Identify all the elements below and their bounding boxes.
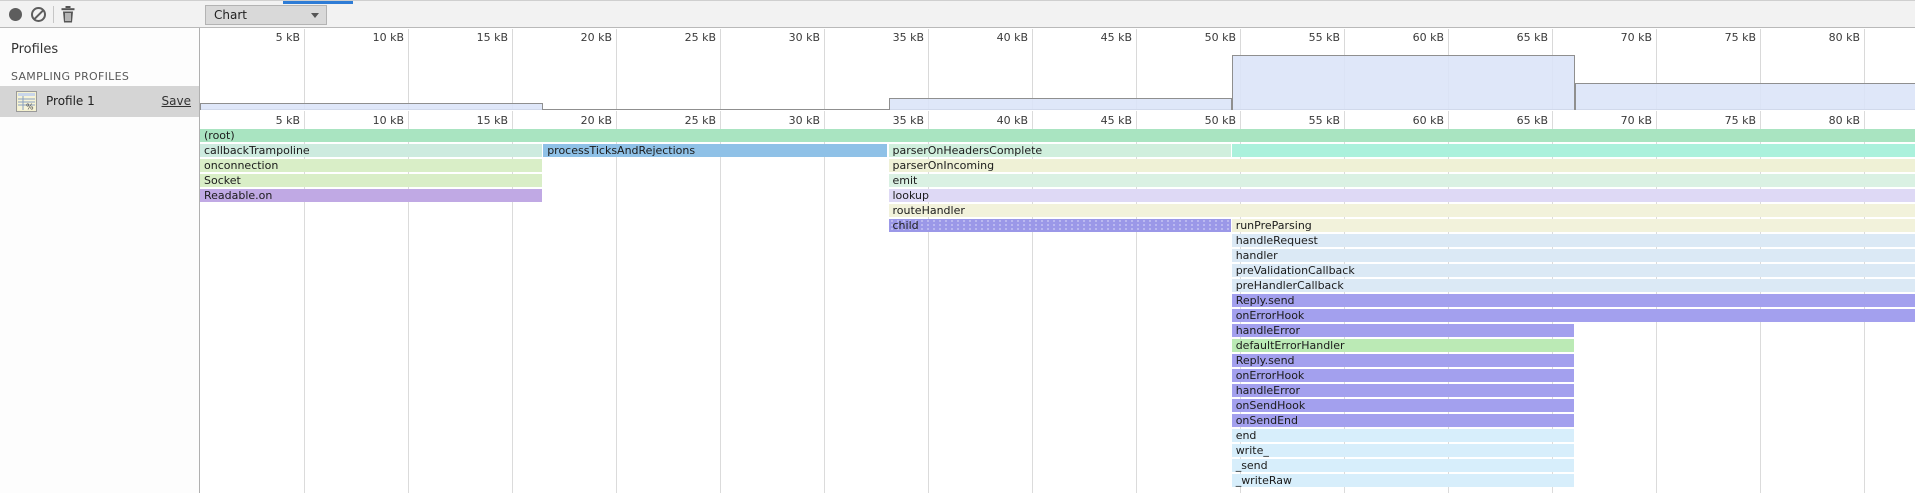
flame-block-reply-send[interactable]: Reply.send xyxy=(1232,294,1915,307)
ruler-tick-label: 60 kB xyxy=(1388,31,1444,44)
flame-block-parseronincoming[interactable]: parserOnIncoming xyxy=(889,159,1915,172)
flame-block-onsendend[interactable]: onSendEnd xyxy=(1232,414,1574,427)
flame-block-onerrorhook[interactable]: onErrorHook xyxy=(1232,369,1574,382)
ruler-tick-label: 60 kB xyxy=(1388,114,1444,127)
ruler-tick-label: 65 kB xyxy=(1492,31,1548,44)
sampling-profiles-section-label: SAMPLING PROFILES xyxy=(11,70,129,83)
ruler-tick-label: 70 kB xyxy=(1596,31,1652,44)
flame-block-handlerequest[interactable]: handleRequest xyxy=(1232,234,1915,247)
ruler-tick-label: 75 kB xyxy=(1700,31,1756,44)
ruler-tick-label: 75 kB xyxy=(1700,114,1756,127)
ruler-tick-label: 35 kB xyxy=(868,114,924,127)
flame-block-onconnection[interactable]: onconnection xyxy=(200,159,542,172)
ruler-tick-label: 65 kB xyxy=(1492,114,1548,127)
chevron-down-icon xyxy=(311,13,319,18)
flame-block-end[interactable]: end xyxy=(1232,429,1574,442)
flame-block-prehandlercallback[interactable]: preHandlerCallback xyxy=(1232,279,1915,292)
overview-segment[interactable] xyxy=(200,103,543,110)
flame-block-handleerror[interactable]: handleError xyxy=(1232,384,1574,397)
ruler-tick-label: 40 kB xyxy=(972,114,1028,127)
flame-block-lookup[interactable]: lookup xyxy=(889,189,1915,202)
ruler-tick-line xyxy=(1136,29,1137,109)
ruler-tick-line xyxy=(616,29,617,109)
flame-block-reply-send[interactable]: Reply.send xyxy=(1232,354,1574,367)
profile-name: Profile 1 xyxy=(46,94,95,108)
save-link[interactable]: Save xyxy=(162,94,191,108)
toolbar-separator xyxy=(53,6,54,23)
overview-segment[interactable] xyxy=(889,98,1232,110)
flame-block-routehandler[interactable]: routeHandler xyxy=(889,204,1915,217)
svg-text:%: % xyxy=(26,103,34,112)
record-icon[interactable] xyxy=(9,8,22,21)
ruler-tick-label: 25 kB xyxy=(660,31,716,44)
flame-block-defaulterrorhandler[interactable]: defaultErrorHandler xyxy=(1232,339,1574,352)
ruler-tick-label: 45 kB xyxy=(1076,114,1132,127)
profile-chart-icon: % xyxy=(16,91,37,112)
flame-block-child[interactable]: child xyxy=(889,219,1231,232)
profiler-window: Chart Profiles SAMPLING PROFILES % Profi… xyxy=(0,0,1915,493)
overview-segment[interactable] xyxy=(1575,83,1915,110)
ruler-tick-label: 5 kB xyxy=(244,114,300,127)
ruler-tick-line xyxy=(720,29,721,109)
ruler-tick-label: 20 kB xyxy=(556,31,612,44)
flame-block-prevalidationcallback[interactable]: preValidationCallback xyxy=(1232,264,1915,277)
flame-block-socket[interactable]: Socket xyxy=(200,174,542,187)
ruler-tick-label: 15 kB xyxy=(452,114,508,127)
top-blue-indicator xyxy=(283,1,353,4)
flame-block-parseronheaderscomplete[interactable]: parserOnHeadersComplete xyxy=(889,144,1231,157)
chart-pane: 5 kB 10 kB 15 kB 20 kB 25 kB 30 kB 35 kB 40 kB 4… xyxy=(200,28,1915,493)
ruler-tick-label: 10 kB xyxy=(348,114,404,127)
trash-icon[interactable] xyxy=(61,6,75,23)
ruler-tick-line xyxy=(304,29,305,109)
flame-block-runpreparsing[interactable]: runPreParsing xyxy=(1232,219,1915,232)
ruler-tick-label: 30 kB xyxy=(764,31,820,44)
flame-block-onsendhook[interactable]: onSendHook xyxy=(1232,399,1574,412)
flame-block--root-[interactable]: (root) xyxy=(200,129,1915,142)
flame-gridline xyxy=(824,111,825,493)
ruler-tick-label: 50 kB xyxy=(1180,114,1236,127)
ruler-tick-label: 30 kB xyxy=(764,114,820,127)
profiles-title: Profiles xyxy=(11,42,58,57)
overview-segment[interactable] xyxy=(1232,55,1575,110)
flame-gridline xyxy=(720,111,721,493)
chart-view-select-value: Chart xyxy=(214,8,247,22)
ruler-tick-line xyxy=(824,29,825,109)
flame-block-readable-on[interactable]: Readable.on xyxy=(200,189,542,202)
flame-block-write-[interactable]: write_ xyxy=(1232,444,1574,457)
flame-block-handler[interactable]: handler xyxy=(1232,249,1915,262)
flame-block[interactable] xyxy=(1232,144,1915,157)
ruler-tick-label: 80 kB xyxy=(1804,31,1860,44)
ruler-tick-label: 50 kB xyxy=(1180,31,1236,44)
ruler-tick-label: 10 kB xyxy=(348,31,404,44)
flame-gridline xyxy=(616,111,617,493)
flame-block--writeraw[interactable]: _writeRaw xyxy=(1232,474,1574,487)
sidebar-item-profile-1[interactable]: % Profile 1 Save xyxy=(0,86,199,117)
flame-block--send[interactable]: _send xyxy=(1232,459,1574,472)
ruler-tick-label: 40 kB xyxy=(972,31,1028,44)
clear-icon[interactable] xyxy=(31,7,46,22)
ruler-tick-label: 80 kB xyxy=(1804,114,1860,127)
ruler-tick-line xyxy=(512,29,513,109)
ruler-tick-label: 20 kB xyxy=(556,114,612,127)
ruler-tick-label: 5 kB xyxy=(244,31,300,44)
ruler-tick-label: 70 kB xyxy=(1596,114,1652,127)
flame-block-emit[interactable]: emit xyxy=(889,174,1915,187)
ruler-tick-line xyxy=(1032,29,1033,109)
ruler-tick-line xyxy=(408,29,409,109)
sidebar: Profiles SAMPLING PROFILES % Profile 1 S… xyxy=(0,28,200,493)
flame-block-handleerror[interactable]: handleError xyxy=(1232,324,1574,337)
flame-block-processticksandrejections[interactable]: processTicksAndRejections xyxy=(543,144,887,157)
ruler-tick-label: 55 kB xyxy=(1284,114,1340,127)
ruler-tick-line xyxy=(928,29,929,109)
ruler-tick-label: 25 kB xyxy=(660,114,716,127)
ruler-tick-label: 45 kB xyxy=(1076,31,1132,44)
flame-block-callbacktrampoline[interactable]: callbackTrampoline xyxy=(200,144,542,157)
flame-block-onerrorhook[interactable]: onErrorHook xyxy=(1232,309,1915,322)
chart-view-select[interactable]: Chart xyxy=(205,5,327,25)
ruler-tick-label: 55 kB xyxy=(1284,31,1340,44)
ruler-tick-label: 35 kB xyxy=(868,31,924,44)
ruler-tick-label: 15 kB xyxy=(452,31,508,44)
toolbar: Chart xyxy=(0,1,1915,28)
